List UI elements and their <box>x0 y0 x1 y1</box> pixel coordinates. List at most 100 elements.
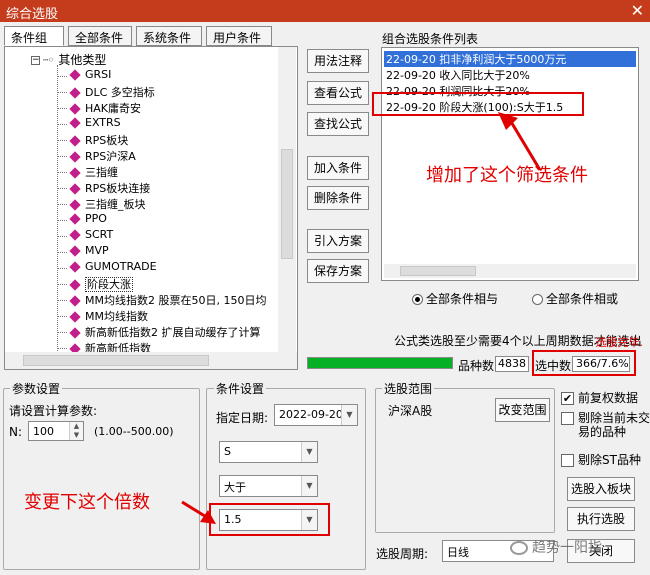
tab-condition-group[interactable]: 条件组 <box>4 26 64 46</box>
params-prompt: 请设置计算参数: <box>9 404 98 418</box>
tree-node[interactable]: MM均线指数2 股票在50日, 150日均 <box>69 292 267 308</box>
run-selection-button[interactable]: 执行选股 <box>567 507 635 531</box>
tree-node[interactable]: DLC 多空指标 <box>69 84 155 100</box>
tree-connector <box>57 348 67 349</box>
tree-node[interactable]: RPS沪深A <box>69 148 136 164</box>
logic-and-radio[interactable]: 全部条件相与 <box>412 290 498 307</box>
close-icon[interactable]: ✕ <box>631 1 644 20</box>
formula-icon <box>69 261 81 273</box>
tree-node-label: DLC 多空指标 <box>85 86 155 99</box>
tree-connector <box>57 140 67 141</box>
tab-all-conditions[interactable]: 全部条件 <box>68 26 132 46</box>
change-scope-button[interactable]: 改变范围 <box>495 398 550 422</box>
date-picker[interactable]: 2022-09-20 ▼ <box>274 404 358 426</box>
highlight-box <box>532 350 636 376</box>
collapse-icon[interactable]: − <box>31 56 40 65</box>
n-range: (1.00--500.00) <box>94 425 174 438</box>
checkbox-empty-icon <box>561 412 574 425</box>
tree-connector <box>57 268 67 269</box>
tree-node-label: HAK庸奇安 <box>85 102 142 115</box>
chevron-down-icon[interactable]: ▼ <box>341 405 357 425</box>
tree-root[interactable]: − ···◦ 其他类型 <box>31 51 106 68</box>
formula-icon <box>69 135 81 147</box>
n-label: N: <box>9 425 23 439</box>
tree-node[interactable]: GRSI <box>69 68 111 84</box>
formula-icon <box>69 87 81 99</box>
checkbox-empty-icon <box>561 454 574 467</box>
formula-icon <box>69 183 81 195</box>
add-condition-button[interactable]: 加入条件 <box>307 156 369 180</box>
formula-icon <box>69 167 81 179</box>
tree-horizontal-scrollbar[interactable] <box>5 352 297 369</box>
n-input[interactable]: 100 ▲ ▼ <box>28 421 84 441</box>
list-item[interactable]: 22-09-20 扣非净利润大于5000万元 <box>384 51 636 67</box>
scrollbar-thumb[interactable] <box>281 149 293 259</box>
tree-node[interactable]: 三指缠 <box>69 164 118 180</box>
condition-tree[interactable]: − ···◦ 其他类型 GRSI DLC 多空指标 HAK庸奇安 EXTRS RPS板块 R… <box>4 46 298 370</box>
formula-icon <box>69 151 81 163</box>
tree-node-label: SCRT <box>85 228 114 241</box>
tree-node[interactable]: 新高新低指数2 扩展自动缓存了计算 <box>69 324 261 340</box>
tab-user-conditions[interactable]: 用户条件 <box>206 26 272 46</box>
tree-node[interactable]: MVP <box>69 244 109 260</box>
chevron-down-icon[interactable]: ▼ <box>301 476 317 496</box>
tree-connector <box>57 76 67 77</box>
tree-connector <box>57 156 67 157</box>
import-plan-button[interactable]: 引入方案 <box>307 229 369 253</box>
progress-bar <box>307 357 453 369</box>
tree-connector <box>57 220 67 221</box>
delete-condition-button[interactable]: 删除条件 <box>307 186 369 210</box>
exclude-st-checkbox[interactable]: 剔除ST品种 <box>561 451 641 468</box>
save-plan-button[interactable]: 保存方案 <box>307 259 369 283</box>
period-label: 选股周期: <box>376 547 429 561</box>
tree-node[interactable]: 阶段大涨 <box>69 276 133 292</box>
tree-node-label: 三指缠_板块 <box>85 198 146 211</box>
formula-icon <box>69 103 81 115</box>
scope-value: 沪深A股 <box>388 404 433 418</box>
exclude-untraded-checkbox[interactable]: 剔除当前未交易的品种 <box>561 411 650 439</box>
operator-select[interactable]: 大于 ▼ <box>219 475 318 497</box>
spinner-icon[interactable]: ▲ ▼ <box>69 422 83 440</box>
tree-node[interactable]: PPO <box>69 212 107 228</box>
tree-node-label: 阶段大涨 <box>85 277 133 292</box>
chevron-down-icon[interactable]: ▼ <box>301 442 317 462</box>
scrollbar-thumb[interactable] <box>23 355 209 366</box>
tree-node-label: MVP <box>85 244 109 257</box>
tree-connector <box>57 252 67 253</box>
scrollbar-thumb[interactable] <box>400 266 476 276</box>
radio-selected-icon <box>412 294 423 305</box>
status-done: 选股完毕. <box>595 336 644 349</box>
formula-icon <box>69 229 81 241</box>
annotation-added-condition: 增加了这个筛选条件 <box>426 165 588 186</box>
tree-node[interactable]: 三指缠_板块 <box>69 196 146 212</box>
tree-node[interactable]: SCRT <box>69 228 114 244</box>
tree-node[interactable]: MM均线指数 <box>69 308 148 324</box>
tree-node-label: MM均线指数2 股票在50日, 150日均 <box>85 294 267 307</box>
formula-icon <box>69 69 81 81</box>
adjust-checkbox[interactable]: ✔ 前复权数据 <box>561 389 638 406</box>
view-formula-button[interactable]: 查看公式 <box>307 81 369 105</box>
usage-notes-button[interactable]: 用法注释 <box>307 49 369 73</box>
tree-node-label: RPS沪深A <box>85 150 136 163</box>
list-horizontal-scrollbar[interactable] <box>384 264 636 278</box>
tree-vertical-scrollbar[interactable] <box>278 47 296 353</box>
tree-node[interactable]: EXTRS <box>69 116 121 132</box>
tree-node[interactable]: HAK庸奇安 <box>69 100 142 116</box>
find-formula-button[interactable]: 查找公式 <box>307 112 369 136</box>
tab-system-conditions[interactable]: 系统条件 <box>136 26 202 46</box>
scope-group-title: 选股范围 <box>382 380 435 397</box>
params-group-title: 参数设置 <box>10 380 63 397</box>
tree-node-label: EXTRS <box>85 116 121 129</box>
tree-node[interactable]: RPS板块连接 <box>69 180 150 196</box>
tree-connector <box>57 204 67 205</box>
list-item[interactable]: 22-09-20 收入同比大于20% <box>384 67 532 83</box>
tree-node[interactable]: GUMOTRADE <box>69 260 157 276</box>
tree-connector <box>57 172 67 173</box>
field-select[interactable]: S ▼ <box>219 441 318 463</box>
tree-connector <box>57 92 67 93</box>
check-icon: ✔ <box>561 392 574 405</box>
add-to-sector-button[interactable]: 选股入板块 <box>567 477 635 501</box>
formula-icon <box>69 311 81 323</box>
logic-or-radio[interactable]: 全部条件相或 <box>532 290 618 307</box>
tree-node[interactable]: RPS板块 <box>69 132 128 148</box>
